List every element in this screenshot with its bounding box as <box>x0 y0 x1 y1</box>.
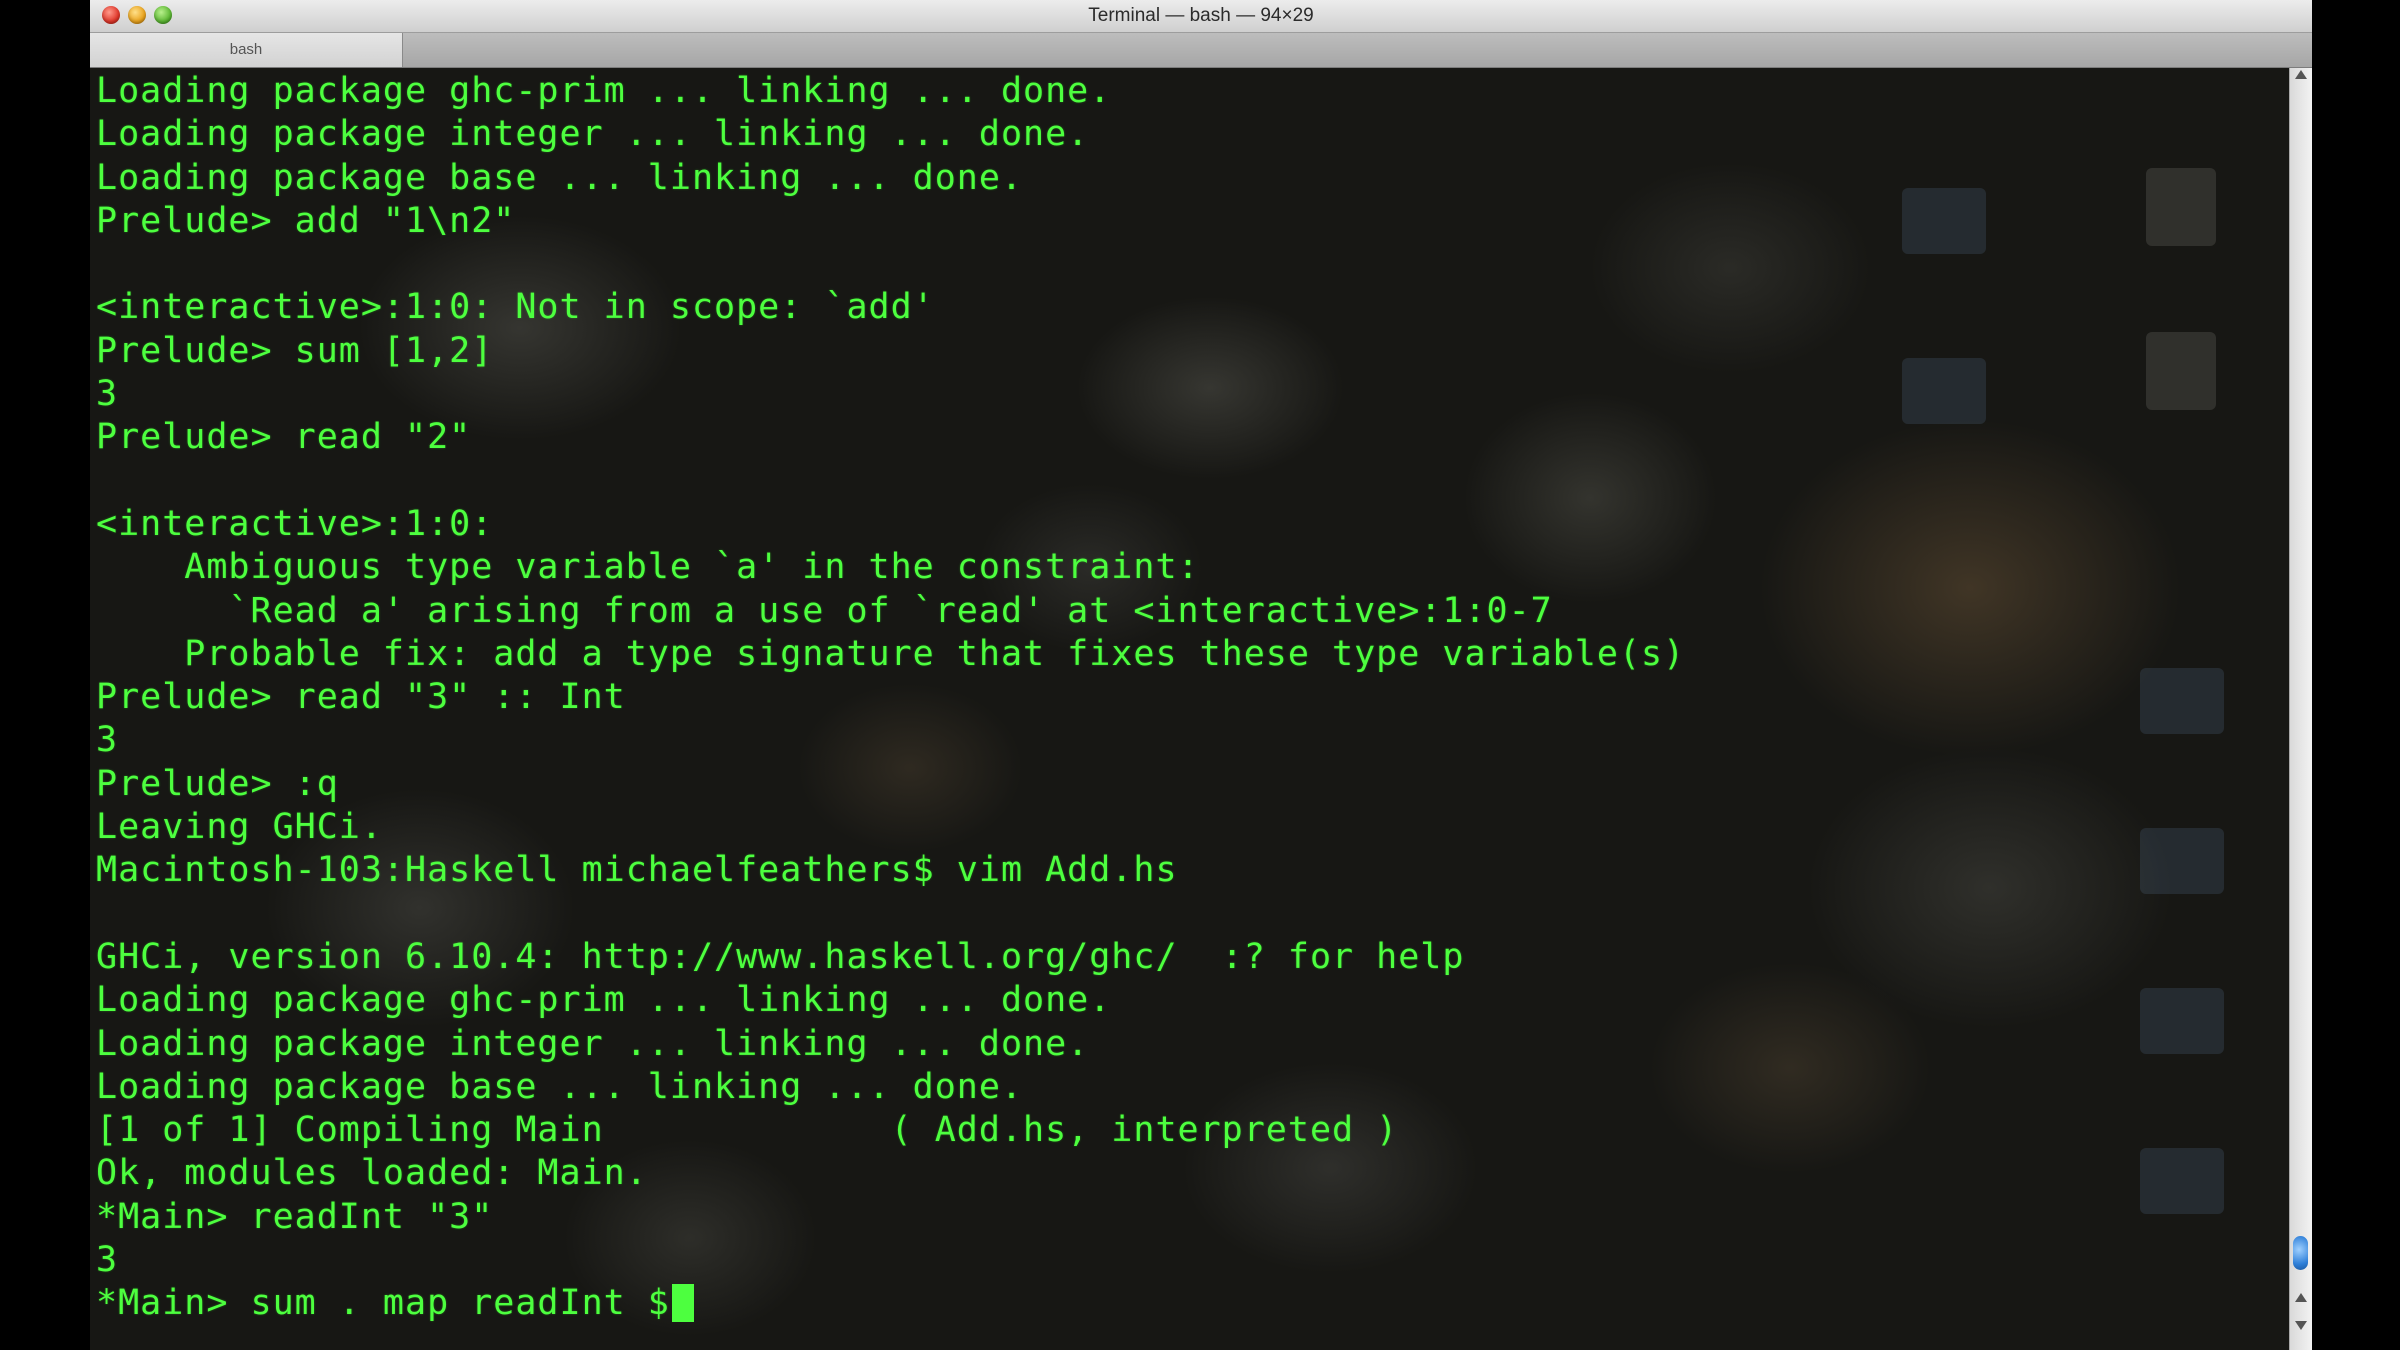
terminal-line: [1 of 1] Compiling Main ( Add.hs, interp… <box>96 1110 1399 1151</box>
terminal-line: Loading package integer ... linking ... … <box>96 114 1090 155</box>
terminal-window: Terminal — bash — 94×29 bash Loading pac… <box>90 0 2312 1350</box>
terminal-line: <interactive>:1:0: <box>96 503 494 544</box>
terminal-line: Prelude> sum [1,2] <box>96 330 494 371</box>
terminal-line: Loading package integer ... linking ... … <box>96 1023 1090 1064</box>
terminal-line: 3 <box>96 374 119 415</box>
terminal-line: Prelude> :q <box>96 763 339 804</box>
terminal-output: Loading package ghc-prim ... linking ...… <box>96 70 2290 1326</box>
tab-bar: bash <box>90 33 2312 68</box>
terminal-line: Leaving GHCi. <box>96 807 383 848</box>
terminal-line: Ok, modules loaded: Main. <box>96 1153 648 1194</box>
terminal-line: *Main> readInt "3" <box>96 1196 494 1237</box>
terminal-line: Ambiguous type variable `a' in the const… <box>96 547 1200 588</box>
window-title: Terminal — bash — 94×29 <box>1088 5 1314 26</box>
prompt-line[interactable]: *Main> sum . map readInt $ <box>96 1282 2290 1325</box>
tab-bash[interactable]: bash <box>90 33 403 67</box>
terminal-line: Prelude> read "2" <box>96 417 472 458</box>
text-cursor <box>671 1284 694 1323</box>
terminal-line: Probable fix: add a type signature that … <box>96 633 1686 674</box>
terminal-line: Loading package ghc-prim ... linking ...… <box>96 71 1112 111</box>
terminal-line: Loading package base ... linking ... don… <box>96 157 1024 198</box>
terminal-view[interactable]: Loading package ghc-prim ... linking ...… <box>90 68 2290 1350</box>
vertical-scrollbar[interactable] <box>2289 68 2312 1350</box>
terminal-line: Prelude> read "3" :: Int <box>96 677 626 718</box>
terminal-line: Macintosh-103:Haskell michaelfeathers$ v… <box>96 850 1178 891</box>
terminal-line: <interactive>:1:0: Not in scope: `add' <box>96 287 935 328</box>
terminal-line: GHCi, version 6.10.4: http://www.haskell… <box>96 936 1465 977</box>
scroll-thumb[interactable] <box>2293 1236 2308 1270</box>
terminal-line: 3 <box>96 1240 119 1281</box>
terminal-line: Loading package base ... linking ... don… <box>96 1066 1024 1107</box>
title-bar[interactable]: Terminal — bash — 94×29 <box>90 0 2312 33</box>
terminal-line: Loading package ghc-prim ... linking ...… <box>96 980 1112 1021</box>
scroll-up-arrow-icon[interactable] <box>2295 70 2307 79</box>
terminal-line: `Read a' arising from a use of `read' at… <box>96 590 1553 631</box>
terminal-line: 3 <box>96 720 119 761</box>
scroll-down-arrow-icon[interactable] <box>2295 1321 2307 1330</box>
current-command: *Main> sum . map readInt $ <box>96 1283 670 1324</box>
scroll-up-arrow-icon[interactable] <box>2295 1293 2307 1302</box>
terminal-line: Prelude> add "1\n2" <box>96 200 516 241</box>
